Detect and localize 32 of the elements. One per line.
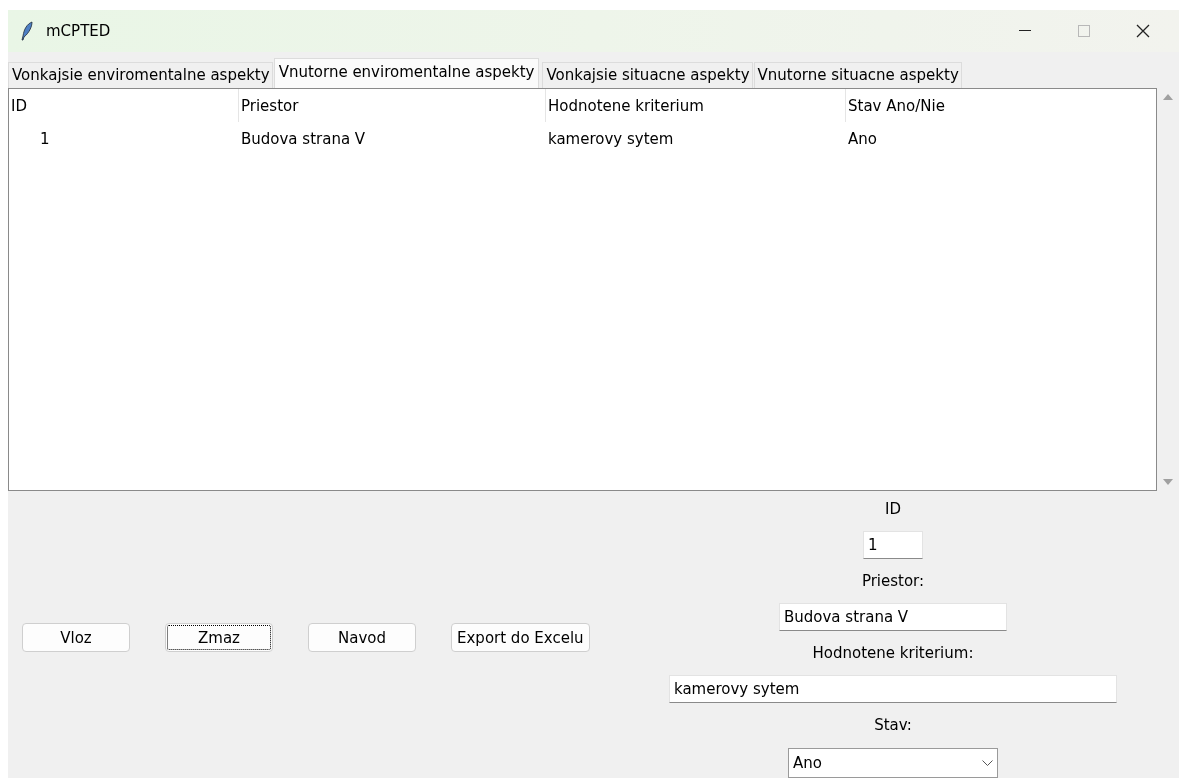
action-button[interactable]: Navod xyxy=(308,623,416,652)
input-field[interactable]: Budova strana V xyxy=(779,603,1007,631)
dropdown[interactable]: Ano xyxy=(788,748,998,778)
scroll-up-icon[interactable] xyxy=(1163,94,1173,100)
tab[interactable]: Vnutorne situacne aspekty xyxy=(753,62,962,88)
maximize-icon[interactable] xyxy=(1078,25,1090,37)
table-cell-text: 1 xyxy=(39,129,50,148)
column-header[interactable]: Priestor xyxy=(239,96,299,115)
column-header[interactable]: ID xyxy=(9,96,27,115)
input-field[interactable]: 1 xyxy=(863,531,923,559)
feather-icon xyxy=(20,21,34,41)
action-button[interactable]: Vloz xyxy=(22,623,130,652)
field-label: Hodnotene kriterium: xyxy=(812,643,974,664)
tab[interactable]: Vonkajsie enviromentalne aspekty xyxy=(8,62,273,88)
input-field[interactable]: kamerovy sytem xyxy=(669,675,1117,703)
tab[interactable]: Vnutorne enviromentalne aspekty xyxy=(273,58,540,88)
field-label: ID xyxy=(885,499,901,520)
table-cell-text: Ano xyxy=(847,129,877,148)
tab[interactable]: Vonkajsie situacne aspekty xyxy=(542,62,753,88)
action-button[interactable]: Export do Excelu xyxy=(451,623,590,652)
column-header[interactable]: Stav Ano/Nie xyxy=(846,96,945,115)
action-button[interactable]: Zmaz xyxy=(165,623,273,652)
window-title: mCPTED xyxy=(46,22,111,40)
table-cell-text: Budova strana V xyxy=(240,129,366,148)
scroll-down-icon[interactable] xyxy=(1163,479,1173,485)
minimize-icon[interactable] xyxy=(1019,30,1031,32)
close-icon[interactable] xyxy=(1136,24,1150,38)
column-header[interactable]: Hodnotene kriterium xyxy=(546,96,704,115)
table-cell-text: kamerovy sytem xyxy=(547,129,674,148)
chevron-down-icon xyxy=(982,760,993,766)
field-label: Stav: xyxy=(874,715,912,736)
field-label: Priestor: xyxy=(861,571,925,592)
